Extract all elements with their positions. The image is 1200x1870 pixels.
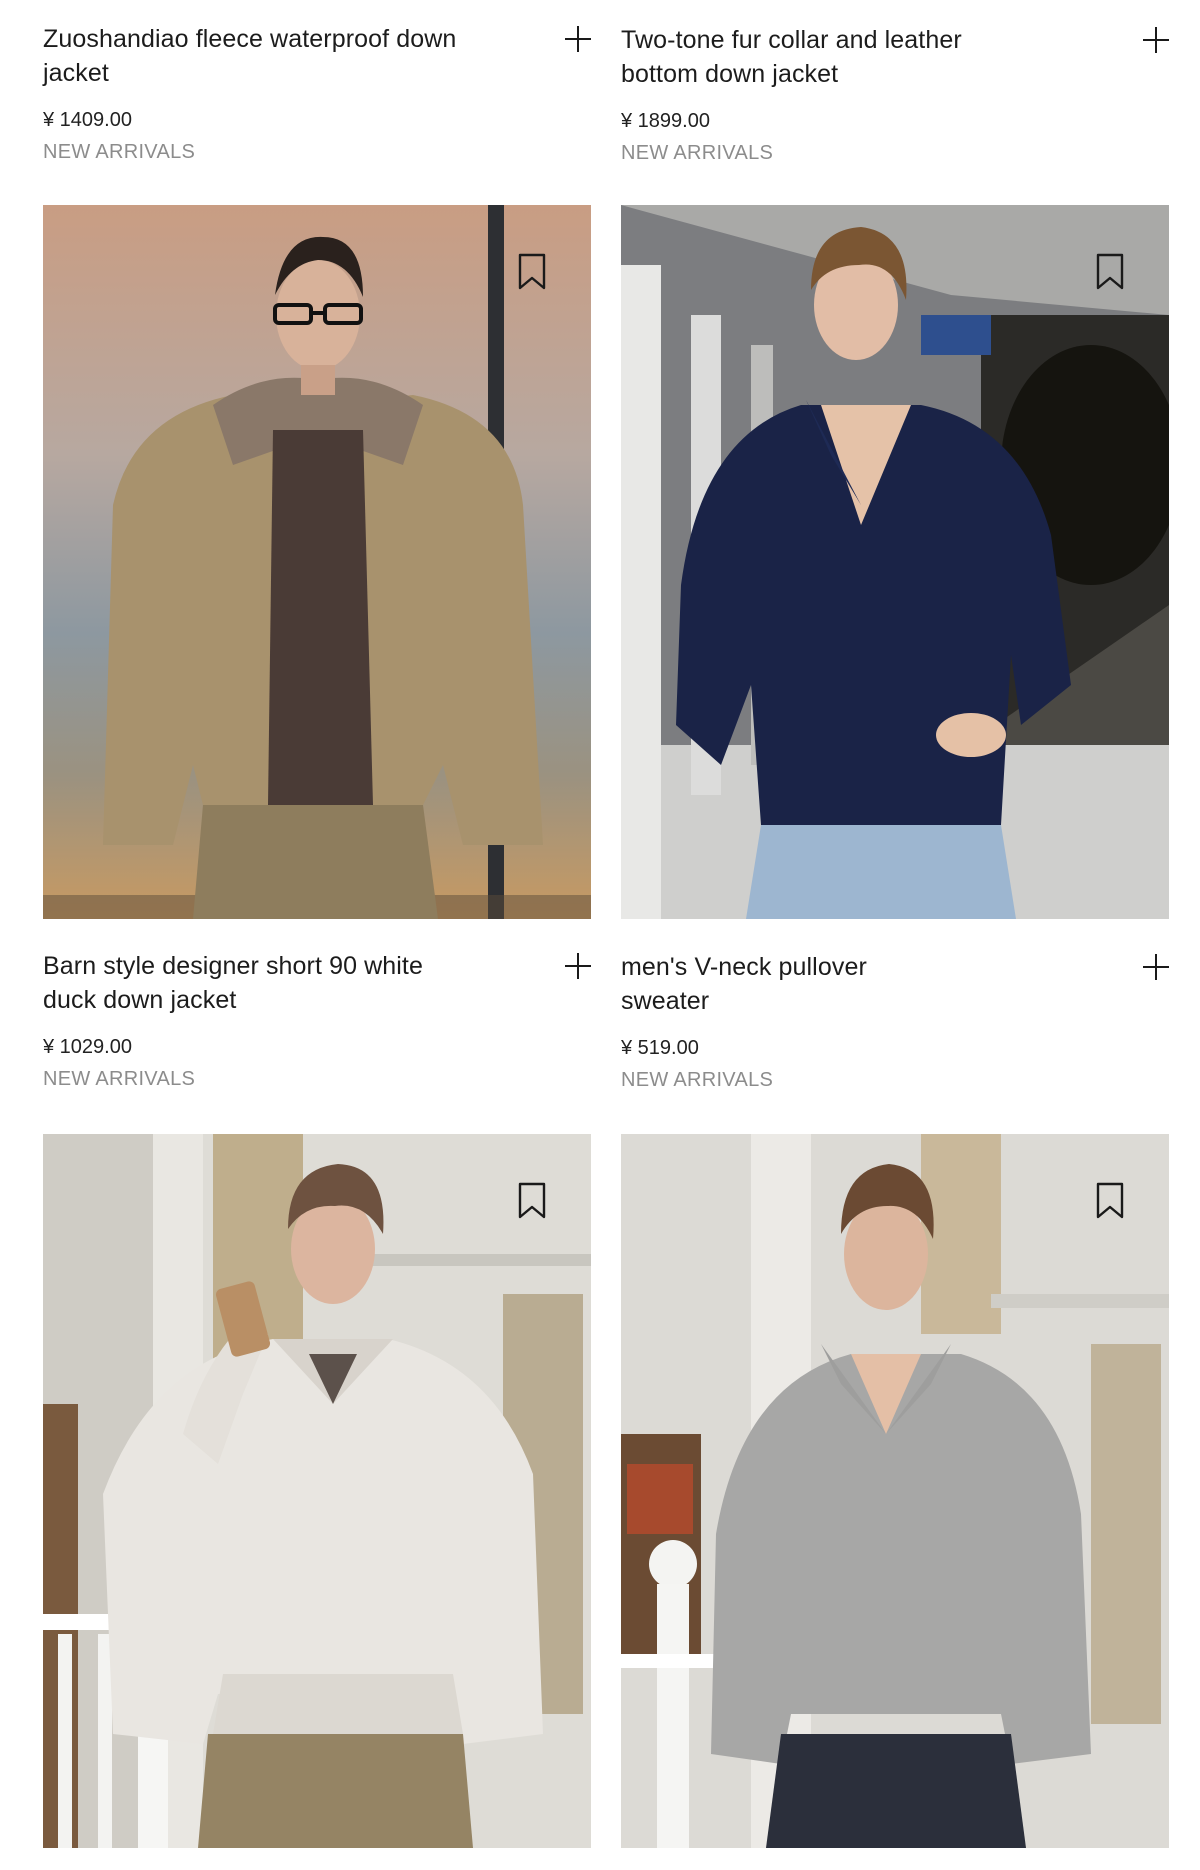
- product-price: ¥ 1409.00: [43, 109, 132, 131]
- product-name[interactable]: Two-tone fur collar and leather bottom d…: [621, 23, 1041, 91]
- product-name[interactable]: men's V-neck pullover sweater: [621, 950, 881, 1018]
- product-image[interactable]: [621, 1134, 1169, 1848]
- product-image[interactable]: [43, 205, 591, 919]
- product-card-info[interactable]: men's V-neck pullover sweater ¥ 519.00 N…: [621, 950, 1169, 1091]
- product-tag: NEW ARRIVALS: [621, 142, 774, 164]
- product-photo-navy-sweater: [621, 205, 1169, 919]
- bookmark-icon[interactable]: [517, 253, 547, 291]
- product-photo-khaki-jacket: [43, 205, 591, 919]
- bookmark-icon[interactable]: [1095, 1182, 1125, 1220]
- bookmark-icon[interactable]: [1095, 253, 1125, 291]
- product-price: ¥ 1899.00: [621, 110, 710, 132]
- plus-icon[interactable]: [1143, 954, 1169, 980]
- product-tag: NEW ARRIVALS: [43, 141, 196, 163]
- plus-icon[interactable]: [565, 26, 591, 52]
- product-price: ¥ 1029.00: [43, 1036, 132, 1058]
- plus-icon[interactable]: [1143, 27, 1169, 53]
- product-tag: NEW ARRIVALS: [621, 1069, 774, 1091]
- product-photo-light-sweatshirt: [43, 1134, 591, 1848]
- product-image[interactable]: [621, 205, 1169, 919]
- bookmark-icon[interactable]: [517, 1182, 547, 1220]
- product-name[interactable]: Barn style designer short 90 white duck …: [43, 949, 463, 1017]
- product-card-info[interactable]: Barn style designer short 90 white duck …: [43, 949, 591, 1090]
- product-image[interactable]: [43, 1134, 591, 1848]
- product-price: ¥ 519.00: [621, 1037, 699, 1059]
- plus-icon[interactable]: [565, 953, 591, 979]
- product-photo-grey-sweatshirt: [621, 1134, 1169, 1848]
- product-name[interactable]: Zuoshandiao fleece waterproof down jacke…: [43, 22, 463, 90]
- product-tag: NEW ARRIVALS: [43, 1068, 196, 1090]
- product-card-info[interactable]: Zuoshandiao fleece waterproof down jacke…: [43, 22, 591, 163]
- product-card-info[interactable]: Two-tone fur collar and leather bottom d…: [621, 23, 1169, 164]
